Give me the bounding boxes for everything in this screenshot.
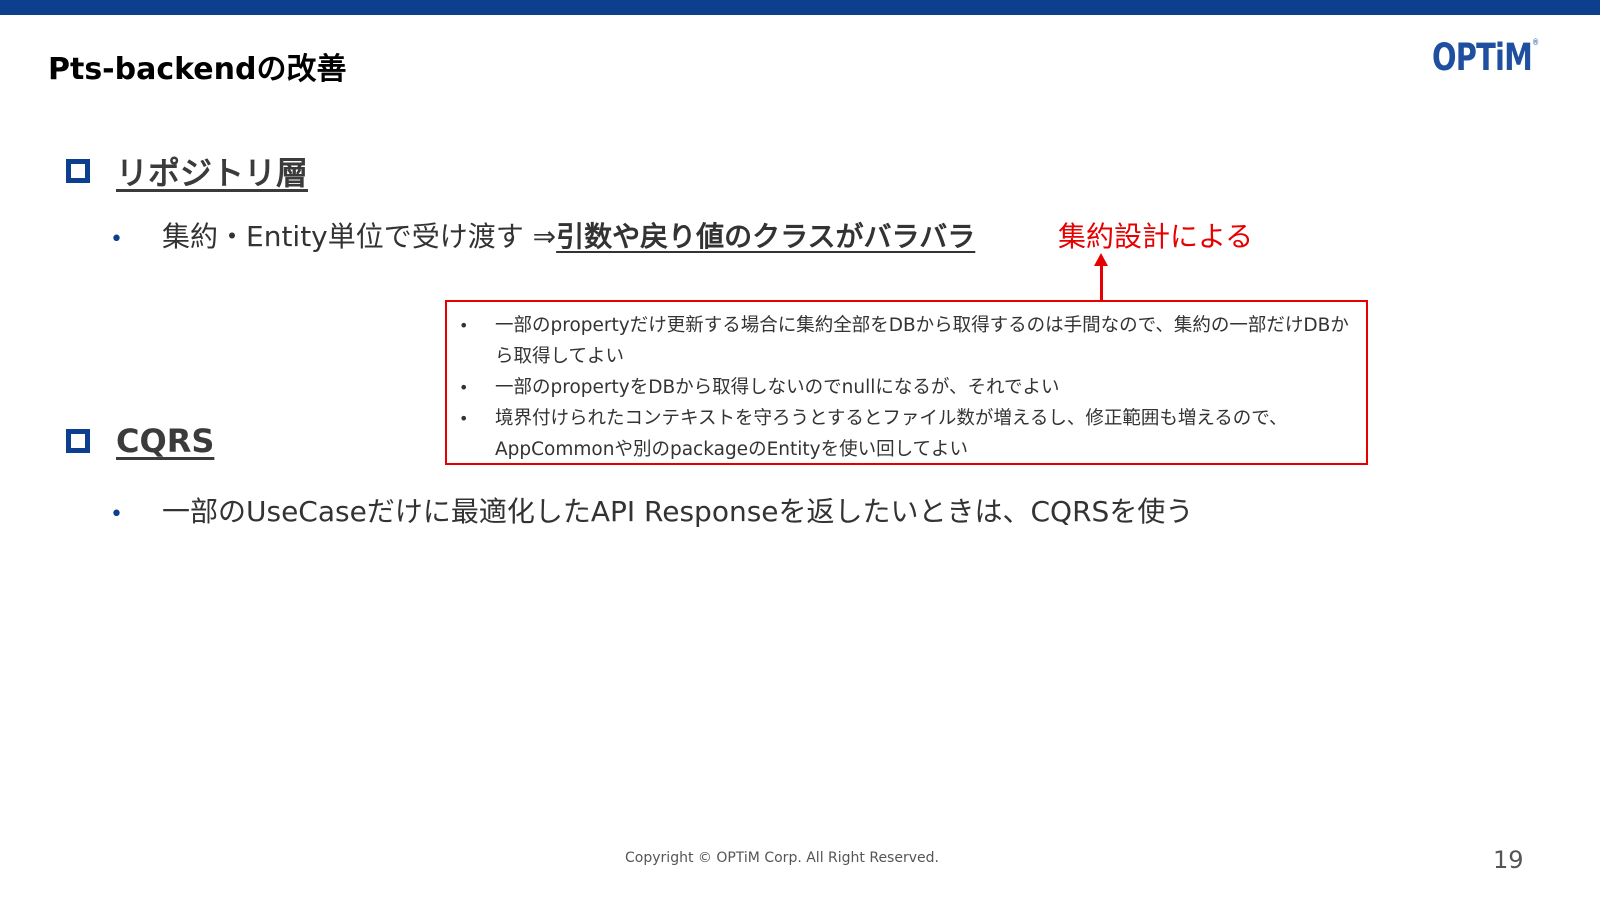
arrow-shaft xyxy=(1100,264,1103,301)
section-heading-text: CQRS xyxy=(116,422,215,460)
page-number: 19 xyxy=(1493,846,1524,874)
bullet-point-repository: • 集約・Entity単位で受け渡す ⇒ 引数や戻り値のクラスがバラバラ xyxy=(110,215,975,255)
note-text: 境界付けられたコンテキストを守ろうとするとファイル数が増えるし、修正範囲も増える… xyxy=(495,408,1288,460)
bullet-point-cqrs: • 一部のUseCaseだけに最適化したAPI Responseを返したいときは… xyxy=(110,490,1193,530)
bullet-text: 集約・Entity単位で受け渡す ⇒ xyxy=(162,220,557,253)
top-accent-bar xyxy=(0,0,1600,15)
annotation-aggregate-design: 集約設計による xyxy=(1058,220,1254,253)
note-list: • 一部のpropertyだけ更新する場合に集約全部をDBから取得するのは手間な… xyxy=(459,310,1352,465)
page-title: Pts-backendの改善 xyxy=(48,52,347,87)
note-bullet-icon: • xyxy=(459,378,469,397)
note-item: • 一部のpropertyだけ更新する場合に集約全部をDBから取得するのは手間な… xyxy=(459,310,1352,372)
bullet-emphasis: 引数や戻り値のクラスがバラバラ xyxy=(556,220,976,253)
note-box: • 一部のpropertyだけ更新する場合に集約全部をDBから取得するのは手間な… xyxy=(445,300,1368,465)
square-bullet-icon xyxy=(66,429,90,453)
note-bullet-icon: • xyxy=(459,316,469,335)
optim-logo: OPTiM® xyxy=(1432,36,1539,79)
note-bullet-icon: • xyxy=(459,409,469,428)
logo-text: OPTiM xyxy=(1432,36,1533,79)
logo-registered-mark: ® xyxy=(1532,38,1539,48)
bullet-dot-icon: • xyxy=(110,227,123,252)
copyright-footer: Copyright © OPTiM Corp. All Right Reserv… xyxy=(625,850,939,866)
section-heading-text: リポジトリ層 xyxy=(116,154,309,192)
bullet-dot-icon: • xyxy=(110,502,123,527)
bullet-text: 一部のUseCaseだけに最適化したAPI Responseを返したいときは、C… xyxy=(162,495,1194,528)
square-bullet-icon xyxy=(66,159,90,183)
note-item: • 一部のpropertyをDBから取得しないのでnullになるが、それでよい xyxy=(459,372,1352,403)
section-heading-cqrs: CQRS xyxy=(66,422,214,460)
note-text: 一部のpropertyをDBから取得しないのでnullになるが、それでよい xyxy=(495,377,1060,398)
section-heading-repository: リポジトリ層 xyxy=(66,148,308,194)
note-text: 一部のpropertyだけ更新する場合に集約全部をDBから取得するのは手間なので… xyxy=(495,315,1349,367)
note-item: • 境界付けられたコンテキストを守ろうとするとファイル数が増えるし、修正範囲も増… xyxy=(459,403,1352,465)
